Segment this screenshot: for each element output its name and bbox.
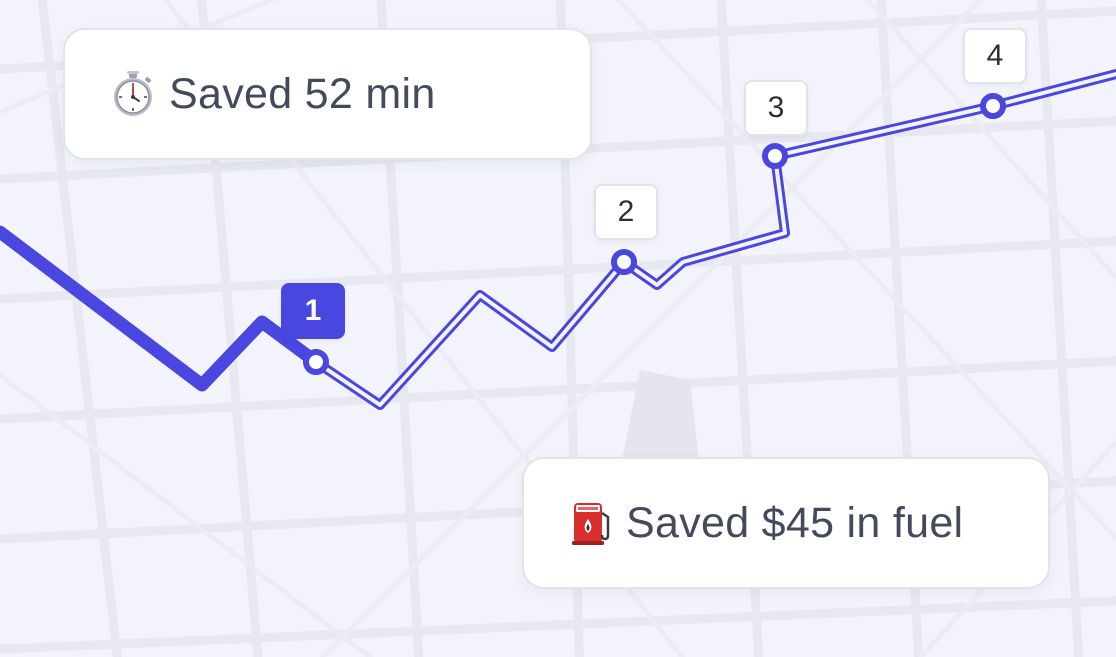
time-saved-card: Saved 52 min (63, 28, 592, 160)
route-map-view: 1 2 3 4 Saved 52 min Saved $45 in fuel (0, 0, 1116, 657)
time-saved-text: Saved 52 min (169, 69, 436, 118)
stop-marker-1[interactable] (303, 349, 329, 375)
stop-label-3[interactable]: 3 (744, 80, 808, 136)
stop-label-2[interactable]: 2 (594, 184, 658, 240)
completed-route-line (0, 225, 323, 392)
stop-marker-2[interactable] (611, 249, 637, 275)
stop-label-1[interactable]: 1 (281, 283, 345, 339)
fuel-saved-card: Saved $45 in fuel (522, 457, 1050, 589)
fuel-saved-text: Saved $45 in fuel (626, 498, 964, 547)
fuel-pump-icon (572, 503, 610, 545)
stop-marker-3[interactable] (762, 143, 788, 169)
stop-label-4[interactable]: 4 (963, 28, 1027, 84)
stopwatch-icon (114, 71, 152, 116)
stop-marker-4[interactable] (980, 93, 1006, 119)
